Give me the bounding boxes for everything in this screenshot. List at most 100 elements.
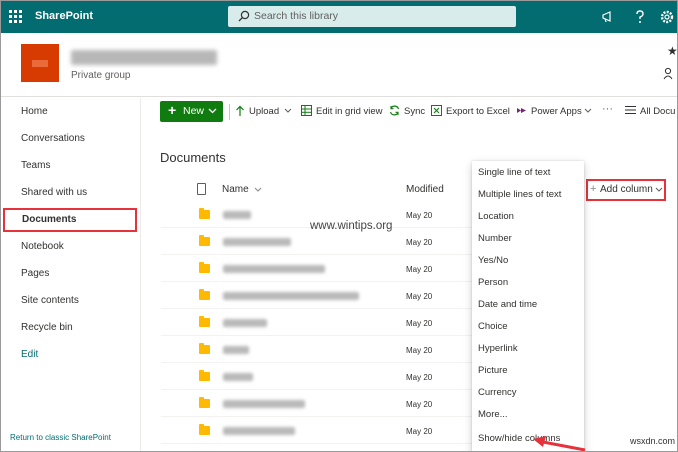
- nav-item-recycle-bin[interactable]: Recycle bin: [1, 316, 141, 340]
- gear-icon[interactable]: [659, 9, 675, 25]
- column-header-modified[interactable]: Modified: [406, 184, 444, 195]
- sync-button[interactable]: Sync: [404, 106, 425, 117]
- folder-icon: [199, 424, 210, 435]
- megaphone-icon[interactable]: [601, 9, 617, 25]
- table-row[interactable]: May 20: [161, 256, 481, 282]
- menu-item-more[interactable]: More...: [472, 404, 584, 426]
- chevron-down-icon[interactable]: [284, 108, 292, 113]
- nav-item-documents[interactable]: Documents: [3, 208, 137, 232]
- site-header: Private group ★: [1, 33, 677, 97]
- favorite-star-icon[interactable]: ★: [667, 44, 677, 58]
- site-name-blurred[interactable]: [71, 50, 217, 65]
- watermark: www.wintips.org: [310, 220, 393, 232]
- help-icon[interactable]: [632, 9, 648, 25]
- suite-bar: SharePoint Search this library: [1, 1, 677, 33]
- table-row[interactable]: May 20: [161, 283, 481, 309]
- upload-button[interactable]: Upload: [249, 106, 279, 117]
- menu-item-picture[interactable]: Picture: [472, 360, 584, 382]
- add-column-button[interactable]: + Add column: [586, 179, 666, 201]
- site-watermark: wsxdn.com: [630, 436, 676, 446]
- nav-item-home[interactable]: Home: [1, 100, 141, 124]
- row-name-blurred[interactable]: [223, 427, 295, 435]
- menu-item-yes-no[interactable]: Yes/No: [472, 250, 584, 272]
- app-name[interactable]: SharePoint: [35, 10, 93, 22]
- command-bar: + New Upload Edit in grid view Sync Expo…: [141, 98, 677, 126]
- row-modified: May 20: [406, 211, 433, 220]
- row-name-blurred[interactable]: [223, 265, 325, 273]
- chevron-down-icon: [208, 108, 217, 114]
- nav-item-shared-with-us[interactable]: Shared with us: [1, 181, 141, 205]
- chevron-down-icon: [655, 187, 663, 192]
- menu-item-currency[interactable]: Currency: [472, 382, 584, 404]
- search-placeholder: Search this library: [254, 10, 339, 22]
- search-box[interactable]: Search this library: [228, 6, 516, 27]
- menu-item-hyperlink[interactable]: Hyperlink: [472, 338, 584, 360]
- grid-icon[interactable]: [301, 105, 312, 116]
- row-name-blurred[interactable]: [223, 400, 305, 408]
- menu-item-person[interactable]: Person: [472, 272, 584, 294]
- folder-icon: [199, 235, 210, 246]
- row-name-blurred[interactable]: [223, 211, 251, 219]
- nav-item-conversations[interactable]: Conversations: [1, 127, 141, 151]
- excel-icon[interactable]: [431, 105, 442, 116]
- nav-item-teams[interactable]: Teams: [1, 154, 141, 178]
- list-view-icon[interactable]: [625, 105, 636, 115]
- site-logo[interactable]: [21, 44, 59, 82]
- library-title: Documents: [160, 150, 226, 165]
- menu-item-single-line-of-text[interactable]: Single line of text: [472, 162, 584, 184]
- nav-item-site-contents[interactable]: Site contents: [1, 289, 141, 313]
- person-icon[interactable]: [663, 67, 675, 81]
- table-row[interactable]: May 20: [161, 418, 481, 444]
- folder-icon: [199, 343, 210, 354]
- row-name-blurred[interactable]: [223, 373, 253, 381]
- table-row[interactable]: May 20: [161, 364, 481, 390]
- menu-item-multiple-lines-of-text[interactable]: Multiple lines of text: [472, 184, 584, 206]
- search-icon: [238, 10, 250, 22]
- row-modified: May 20: [406, 346, 433, 355]
- edit-in-grid-view-button[interactable]: Edit in grid view: [316, 106, 383, 117]
- power-apps-button[interactable]: Power Apps: [531, 106, 582, 117]
- new-button-label: New: [183, 105, 205, 117]
- chevron-down-icon: [255, 187, 262, 192]
- row-modified: May 20: [406, 400, 433, 409]
- row-modified: May 20: [406, 238, 433, 247]
- new-button[interactable]: + New: [160, 101, 223, 122]
- row-name-blurred[interactable]: [223, 319, 267, 327]
- row-modified: May 20: [406, 265, 433, 274]
- upload-icon[interactable]: [235, 105, 245, 117]
- menu-item-number[interactable]: Number: [472, 228, 584, 250]
- column-header-name-label: Name: [222, 184, 249, 195]
- menu-item-choice[interactable]: Choice: [472, 316, 584, 338]
- power-apps-icon[interactable]: [516, 105, 527, 116]
- file-type-icon[interactable]: [197, 183, 206, 195]
- chevron-down-icon[interactable]: [584, 108, 592, 113]
- sync-icon[interactable]: [389, 105, 400, 116]
- more-commands-button[interactable]: ···: [602, 103, 613, 115]
- view-selector[interactable]: All Docu: [640, 106, 675, 117]
- table-row[interactable]: May 20: [161, 310, 481, 336]
- plus-icon: +: [168, 102, 177, 118]
- plus-icon: +: [590, 183, 597, 195]
- folder-icon: [199, 289, 210, 300]
- table-row[interactable]: May 20: [161, 337, 481, 363]
- site-type: Private group: [71, 70, 131, 81]
- table-row[interactable]: May 20: [161, 391, 481, 417]
- row-modified: May 20: [406, 427, 433, 436]
- nav-item-pages[interactable]: Pages: [1, 262, 141, 286]
- row-name-blurred[interactable]: [223, 346, 249, 354]
- row-name-blurred[interactable]: [223, 238, 291, 246]
- menu-item-date-and-time[interactable]: Date and time: [472, 294, 584, 316]
- table-row[interactable]: May 20: [161, 229, 481, 255]
- add-column-menu: Single line of text Multiple lines of te…: [472, 161, 584, 451]
- nav-edit-link[interactable]: Edit: [1, 343, 141, 367]
- column-header-modified-label: Modified: [406, 184, 444, 195]
- menu-item-location[interactable]: Location: [472, 206, 584, 228]
- row-modified: May 20: [406, 292, 433, 301]
- row-name-blurred[interactable]: [223, 292, 359, 300]
- nav-item-notebook[interactable]: Notebook: [1, 235, 141, 259]
- add-column-label: Add column: [600, 184, 653, 195]
- app-launcher-icon[interactable]: [7, 8, 25, 26]
- export-to-excel-button[interactable]: Export to Excel: [446, 106, 510, 117]
- column-header-name[interactable]: Name: [222, 184, 262, 195]
- return-to-classic-link[interactable]: Return to classic SharePoint: [10, 433, 111, 442]
